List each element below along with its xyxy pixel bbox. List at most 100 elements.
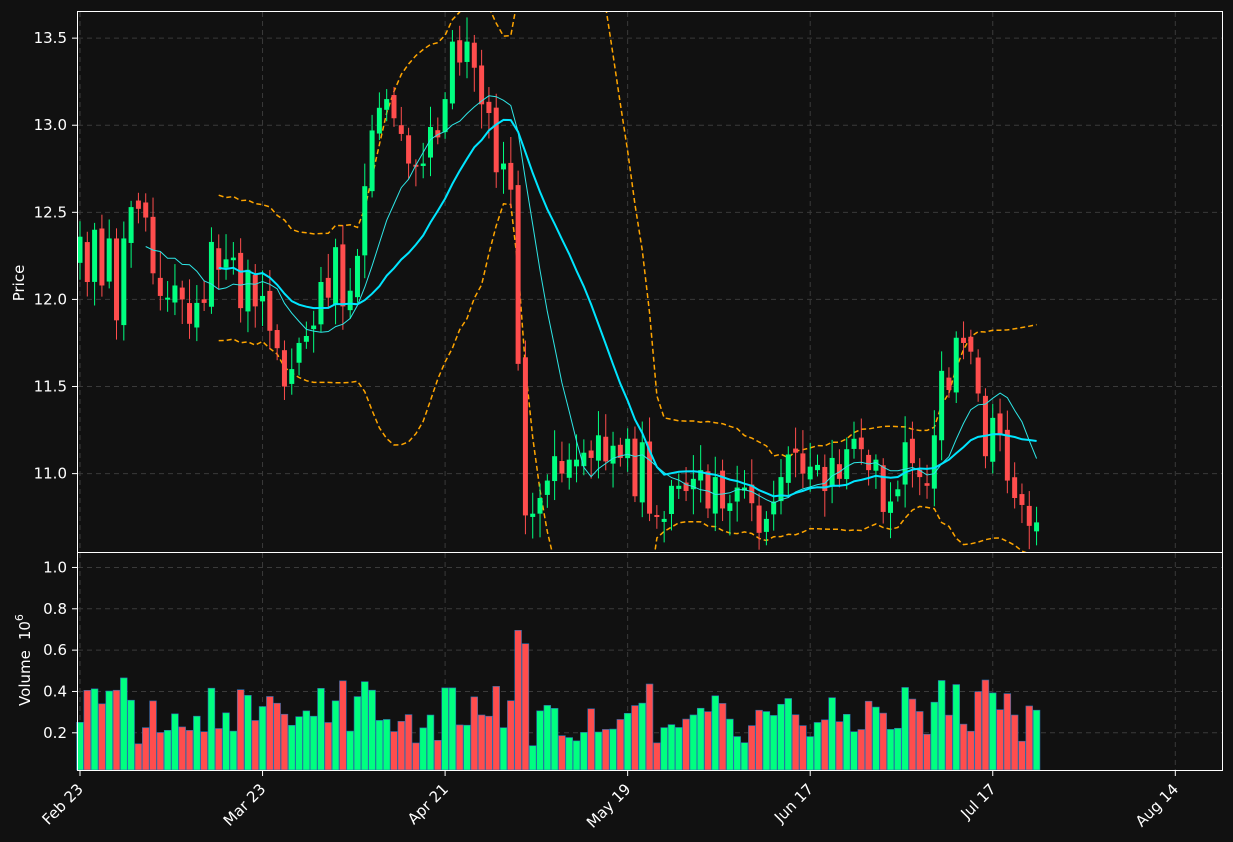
volume-bar	[485, 715, 493, 771]
volume-bar	[959, 723, 968, 771]
candle-down	[187, 303, 193, 324]
volume-bar	[324, 722, 332, 771]
volume-bar	[587, 708, 595, 771]
volume-axis-multiplier: 10	[16, 621, 34, 640]
candle-down	[84, 242, 90, 282]
candle-up	[420, 163, 426, 166]
candle-down	[968, 336, 974, 352]
volume-bar	[894, 727, 902, 771]
volume-bar	[857, 729, 866, 771]
volume-bar	[142, 727, 150, 771]
volume-tick-label: 0.6	[43, 641, 67, 659]
volume-bar	[565, 737, 573, 771]
candle-down	[756, 505, 762, 533]
volume-bar	[967, 730, 975, 771]
volume-bar	[83, 690, 92, 771]
volume-bar	[864, 700, 873, 771]
volume-bar	[616, 719, 625, 771]
candle-up	[223, 259, 229, 268]
volume-tick-label: 1.0	[43, 558, 67, 576]
candle-down	[267, 290, 273, 331]
price-tick-label: 11.5	[34, 378, 67, 396]
candle-up	[208, 241, 214, 307]
volume-bar	[273, 702, 281, 771]
candle-down	[471, 42, 477, 68]
candle-down	[179, 287, 185, 300]
volume-bar	[156, 732, 165, 771]
chart-background	[0, 0, 1233, 842]
volume-bar	[215, 728, 223, 771]
candle-up	[303, 336, 309, 342]
volume-bar	[382, 719, 391, 771]
candle-up	[566, 459, 572, 478]
candle-up	[712, 477, 718, 514]
volume-bar	[916, 711, 924, 771]
volume-bar	[339, 680, 347, 771]
volume-bar	[397, 721, 405, 771]
volume-bar	[514, 629, 522, 771]
volume-bar	[806, 736, 814, 771]
volume-bar	[302, 710, 311, 771]
candle-up	[230, 257, 236, 261]
candle-down	[654, 515, 660, 518]
volume-bar	[550, 708, 559, 771]
candle-down	[924, 483, 930, 486]
candle-down	[508, 162, 514, 190]
candle-up	[574, 459, 580, 467]
candle-down	[982, 395, 988, 457]
volume-bar	[441, 687, 449, 771]
candle-down	[201, 299, 207, 303]
candle-up	[639, 442, 645, 503]
candle-down	[1012, 477, 1018, 498]
candle-up	[442, 99, 448, 133]
candle-up	[990, 417, 996, 462]
candle-down	[238, 252, 244, 309]
candle-up	[77, 236, 83, 263]
candle-up	[1034, 522, 1040, 532]
price-tick-label: 12.5	[34, 203, 67, 221]
volume-bar	[193, 715, 201, 771]
volume-bar	[923, 733, 931, 771]
candle-down	[603, 436, 609, 462]
candle-down	[486, 101, 492, 114]
volume-bar	[426, 714, 435, 771]
candle-down	[1019, 494, 1025, 505]
volume-bar	[222, 712, 230, 771]
candle-up	[464, 41, 470, 62]
candle-up	[895, 489, 901, 497]
candle-up	[778, 477, 784, 502]
volume-bar	[434, 740, 442, 771]
volume-bar	[711, 695, 719, 771]
volume-bar	[718, 703, 727, 771]
candle-up	[260, 295, 266, 302]
candle-down	[479, 65, 485, 105]
candle-down	[150, 216, 156, 274]
volume-bar	[229, 730, 238, 771]
candle-down	[143, 202, 149, 218]
candle-down	[281, 350, 287, 387]
candle-down	[1026, 505, 1032, 526]
candle-down	[858, 437, 864, 450]
candle-down	[391, 95, 397, 119]
volume-bar	[828, 697, 836, 771]
volume-bar	[689, 714, 698, 771]
volume-bar	[536, 710, 544, 771]
volume-bar	[134, 743, 143, 771]
candle-up	[888, 501, 894, 513]
candle-down	[216, 248, 222, 270]
candle-down	[961, 337, 967, 343]
volume-bar	[784, 698, 792, 771]
volume-bar	[945, 714, 953, 771]
volume-bar	[974, 691, 982, 771]
candle-down	[135, 200, 141, 209]
volume-bar	[908, 698, 917, 771]
candle-down	[559, 461, 565, 474]
volume-bar	[989, 692, 997, 771]
volume-bar	[507, 700, 515, 771]
candle-up	[661, 518, 667, 522]
volume-bar	[448, 687, 457, 771]
volume-bar	[813, 722, 822, 771]
volume-bar	[623, 712, 632, 771]
candle-up	[844, 449, 850, 480]
volume-bar	[412, 742, 420, 771]
